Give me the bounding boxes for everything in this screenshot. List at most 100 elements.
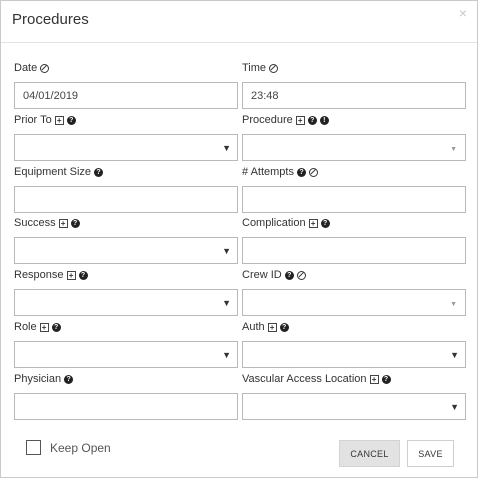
auth-label-text: Auth (242, 321, 265, 333)
complication-label-text: Complication (242, 217, 306, 229)
procedures-dialog: Procedures × Date 04/01/2019 Time 23:48 … (0, 0, 478, 478)
chevron-down-icon[interactable]: ▼ (222, 144, 231, 153)
crew-id-label-text: Crew ID (242, 269, 282, 281)
close-icon[interactable]: × (459, 6, 467, 20)
expand-icon[interactable]: + (295, 115, 305, 125)
time-label: Time (242, 61, 466, 75)
role-field-group: Role + ? ▼ (14, 320, 238, 368)
vascular-access-location-select[interactable]: ▼ (242, 393, 466, 420)
not-applicable-icon[interactable] (308, 167, 318, 177)
save-button[interactable]: SAVE (407, 440, 454, 467)
chevron-down-icon[interactable]: ▼ (222, 299, 231, 308)
time-input[interactable]: 23:48 (242, 82, 466, 109)
attempts-input[interactable] (242, 186, 466, 213)
chevron-down-icon[interactable]: ▼ (222, 351, 231, 360)
equipment-size-input[interactable] (14, 186, 238, 213)
procedure-label: Procedure + ? ! (242, 113, 466, 127)
keep-open-checkbox[interactable] (26, 440, 41, 455)
keep-open-label: Keep Open (50, 440, 111, 455)
date-value: 04/01/2019 (23, 89, 79, 102)
procedure-label-text: Procedure (242, 114, 293, 126)
physician-label-text: Physician (14, 373, 62, 385)
vascular-access-location-label: Vascular Access Location + ? (242, 372, 466, 386)
help-icon[interactable]: ? (66, 115, 76, 125)
auth-label: Auth + ? (242, 320, 466, 334)
vascular-access-location-label-text: Vascular Access Location (242, 373, 367, 385)
response-field-group: Response + ? ▼ (14, 268, 238, 316)
prior-to-field-group: Prior To + ? ▼ (14, 113, 238, 161)
response-label: Response + ? (14, 268, 238, 282)
dialog-header: Procedures × (1, 1, 477, 43)
help-icon[interactable]: ? (307, 115, 317, 125)
auth-select[interactable]: ▼ (242, 341, 466, 368)
date-label-text: Date (14, 62, 38, 74)
expand-icon[interactable]: + (369, 374, 379, 384)
not-applicable-icon[interactable] (269, 63, 279, 73)
physician-input[interactable] (14, 393, 238, 420)
expand-icon[interactable]: + (308, 218, 318, 228)
chevron-down-icon[interactable]: ▼ (222, 247, 231, 256)
time-label-text: Time (242, 62, 267, 74)
response-label-text: Response (14, 269, 64, 281)
procedure-select[interactable]: ▼ (242, 134, 466, 161)
prior-to-label-text: Prior To (14, 114, 52, 126)
help-icon[interactable]: ? (70, 218, 80, 228)
success-label-text: Success (14, 217, 56, 229)
help-icon[interactable]: ? (78, 270, 88, 280)
expand-icon[interactable]: + (39, 322, 49, 332)
prior-to-select[interactable]: ▼ (14, 134, 238, 161)
chevron-down-icon[interactable]: ▼ (450, 351, 459, 360)
required-alert-icon: ! (319, 115, 329, 125)
attempts-label-text: # Attempts (242, 166, 294, 178)
auth-field-group: Auth + ? ▼ (242, 320, 466, 368)
vascular-access-location-field-group: Vascular Access Location + ? ▼ (242, 372, 466, 420)
crew-id-field-group: Crew ID ? ▼ (242, 268, 466, 316)
keep-open-control[interactable]: Keep Open (26, 440, 111, 455)
role-label-text: Role (14, 321, 37, 333)
cancel-button[interactable]: CANCEL (339, 440, 400, 467)
help-icon[interactable]: ? (279, 322, 289, 332)
expand-icon[interactable]: + (66, 270, 76, 280)
help-icon[interactable]: ? (284, 270, 294, 280)
complication-label: Complication + ? (242, 216, 466, 230)
equipment-size-label: Equipment Size ? (14, 165, 238, 179)
date-field-group: Date 04/01/2019 (14, 61, 238, 109)
not-applicable-icon[interactable] (296, 270, 306, 280)
help-icon[interactable]: ? (296, 167, 306, 177)
expand-icon[interactable]: + (58, 218, 68, 228)
role-select[interactable]: ▼ (14, 341, 238, 368)
help-icon[interactable]: ? (320, 218, 330, 228)
dialog-title: Procedures (12, 11, 89, 28)
time-value: 23:48 (251, 89, 279, 102)
expand-icon[interactable]: + (54, 115, 64, 125)
help-icon[interactable]: ? (51, 322, 61, 332)
equipment-size-label-text: Equipment Size (14, 166, 92, 178)
chevron-down-icon[interactable]: ▼ (450, 300, 457, 309)
response-select[interactable]: ▼ (14, 289, 238, 316)
date-label: Date (14, 61, 238, 75)
procedure-field-group: Procedure + ? ! ▼ (242, 113, 466, 161)
crew-id-label: Crew ID ? (242, 268, 466, 282)
not-applicable-icon[interactable] (40, 63, 50, 73)
help-icon[interactable]: ? (94, 167, 104, 177)
physician-label: Physician ? (14, 372, 238, 386)
success-label: Success + ? (14, 216, 238, 230)
prior-to-label: Prior To + ? (14, 113, 238, 127)
attempts-label: # Attempts ? (242, 165, 466, 179)
crew-id-select[interactable]: ▼ (242, 289, 466, 316)
time-field-group: Time 23:48 (242, 61, 466, 109)
success-select[interactable]: ▼ (14, 237, 238, 264)
success-field-group: Success + ? ▼ (14, 216, 238, 264)
role-label: Role + ? (14, 320, 238, 334)
chevron-down-icon[interactable]: ▼ (450, 403, 459, 412)
complication-input[interactable] (242, 237, 466, 264)
help-icon[interactable]: ? (64, 374, 74, 384)
physician-field-group: Physician ? (14, 372, 238, 420)
complication-field-group: Complication + ? (242, 216, 466, 264)
help-icon[interactable]: ? (381, 374, 391, 384)
equipment-size-field-group: Equipment Size ? (14, 165, 238, 213)
attempts-field-group: # Attempts ? (242, 165, 466, 213)
chevron-down-icon[interactable]: ▼ (450, 145, 457, 154)
expand-icon[interactable]: + (267, 322, 277, 332)
date-input[interactable]: 04/01/2019 (14, 82, 238, 109)
